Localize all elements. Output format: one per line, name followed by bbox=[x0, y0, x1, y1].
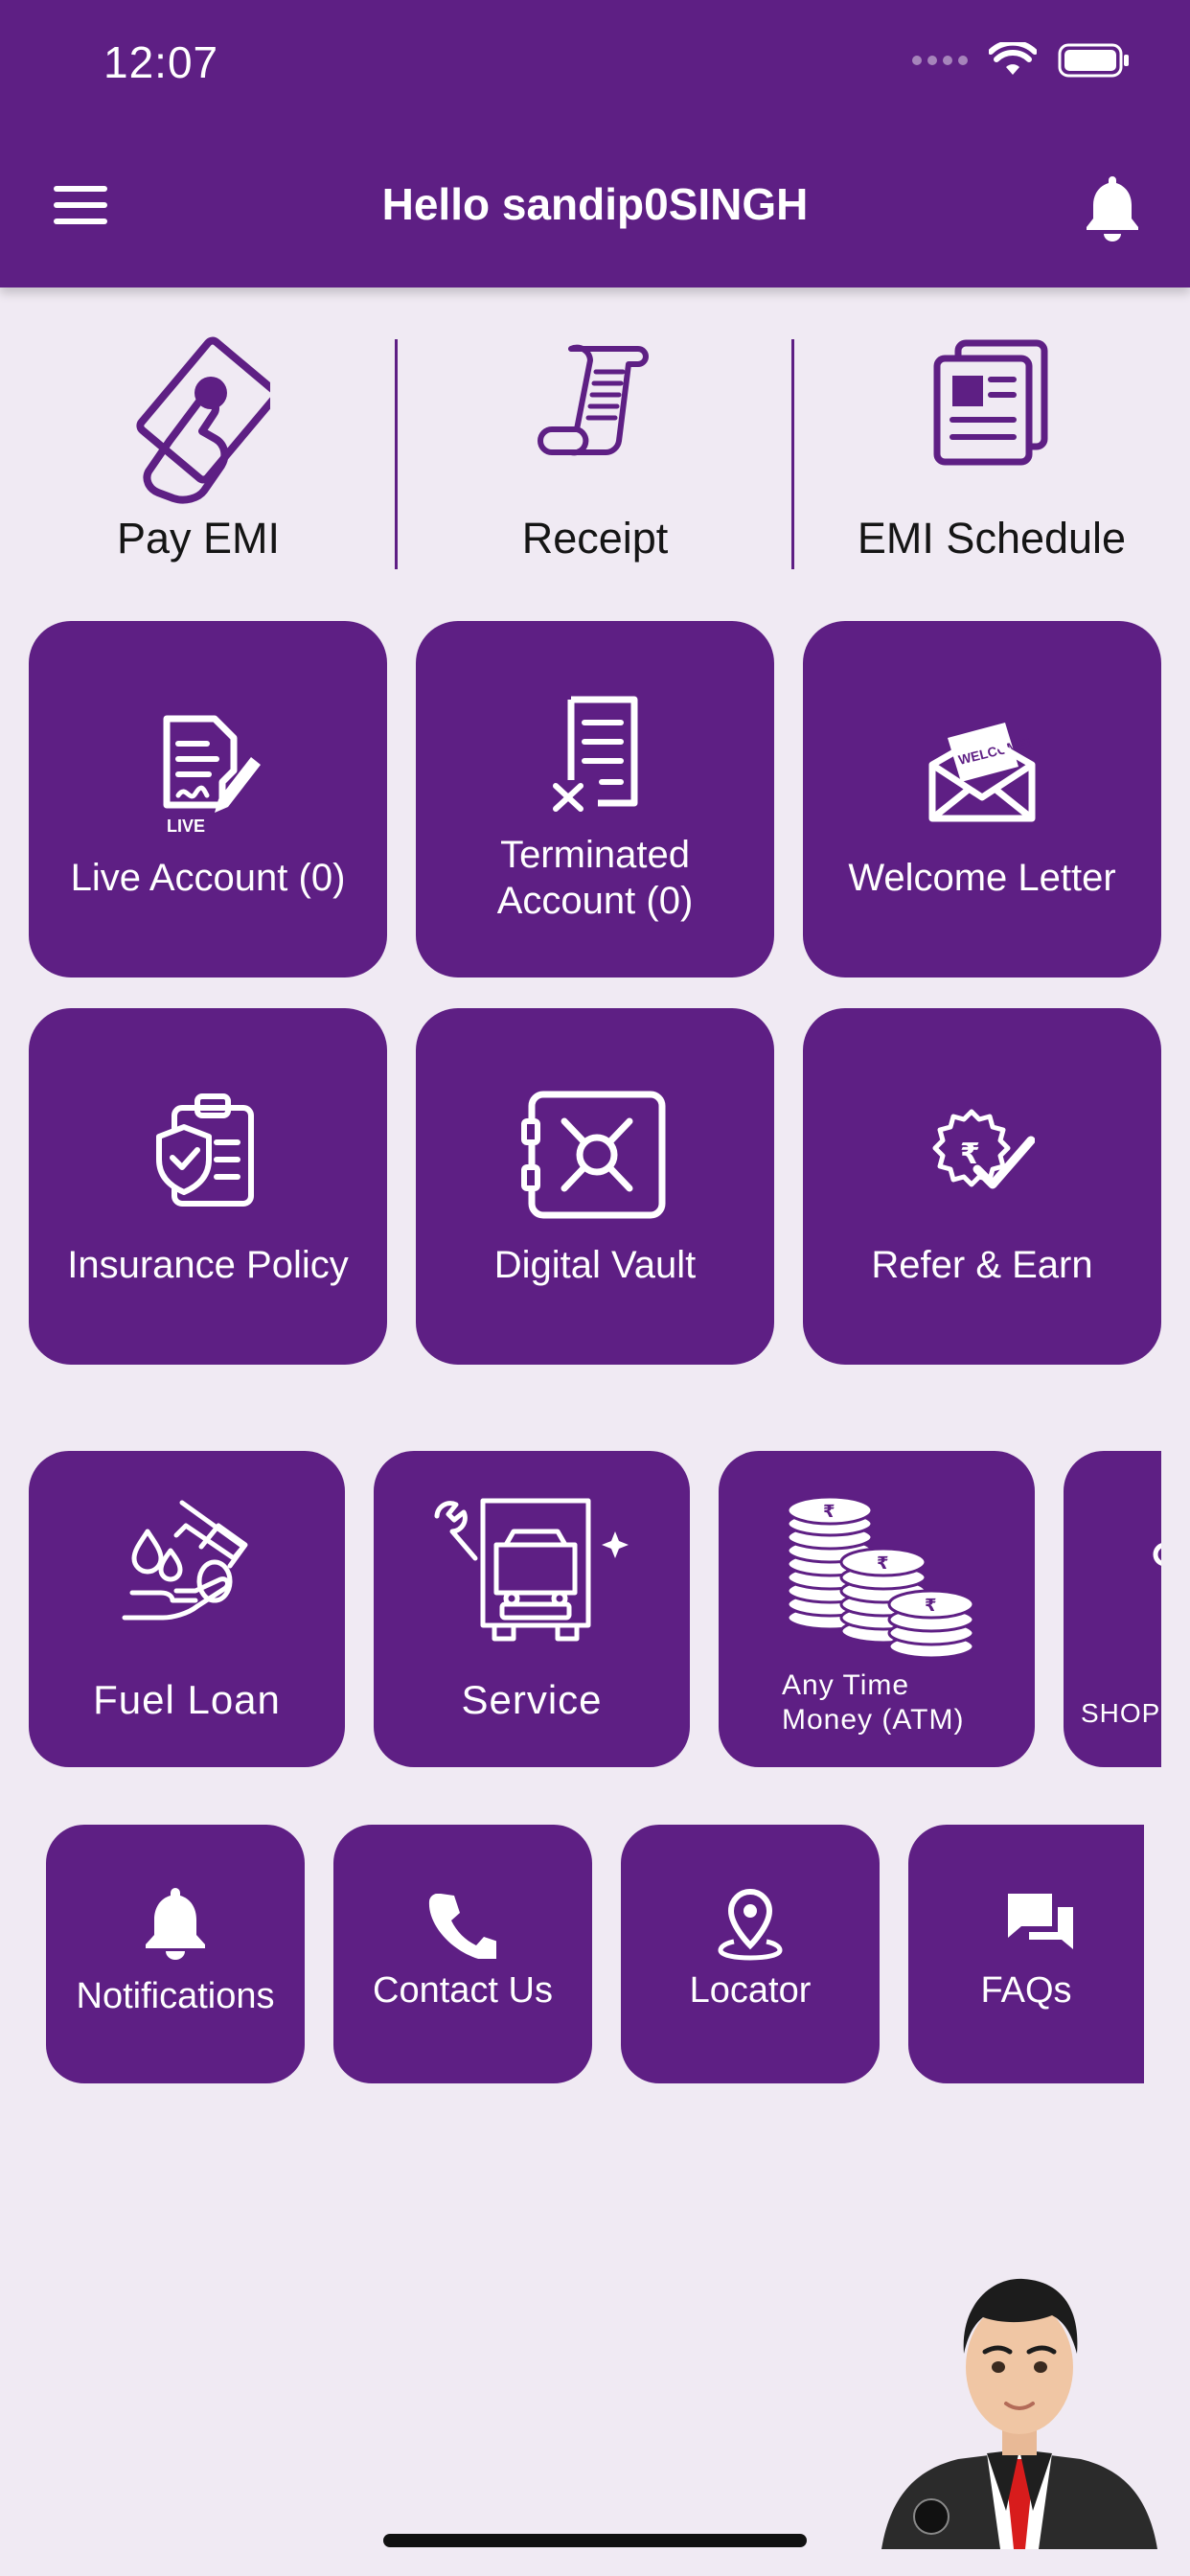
rupee-coins-icon: ₹ ₹ ₹ bbox=[786, 1495, 975, 1660]
fuel-loan-label: Fuel Loan bbox=[93, 1677, 281, 1722]
svg-text:₹: ₹ bbox=[823, 1502, 835, 1522]
chat-bubbles-icon bbox=[1008, 1894, 1073, 1949]
digital-vault-label: Digital Vault bbox=[493, 1244, 697, 1286]
receipt-label: Receipt bbox=[521, 514, 669, 563]
insurance-policy-label: Insurance Policy bbox=[67, 1244, 349, 1286]
welcome-letter-tile[interactable]: WELCOME! Welcome Letter bbox=[803, 621, 1161, 978]
divider bbox=[791, 339, 794, 569]
insurance-clipboard-icon bbox=[156, 1093, 254, 1207]
terminated-account-tile[interactable]: Terminated Account (0) bbox=[416, 621, 774, 978]
virtual-assistant-avatar[interactable] bbox=[862, 2271, 1179, 2549]
rupee-badge-check-icon: ₹ bbox=[932, 1109, 1035, 1189]
welcome-envelope-icon: WELCOME! bbox=[928, 723, 1036, 822]
shop-icon bbox=[1153, 1543, 1161, 1566]
live-icon-text: LIVE bbox=[167, 816, 205, 836]
contact-us-label: Contact Us bbox=[373, 1970, 553, 2011]
truck-wrench-icon bbox=[434, 1498, 629, 1642]
app-header: 12:07 Hello sandip0SINGH bbox=[0, 0, 1190, 288]
receipt-scroll-icon bbox=[538, 344, 649, 456]
status-time: 12:07 bbox=[103, 37, 219, 87]
svg-text:₹: ₹ bbox=[925, 1596, 937, 1616]
terminated-document-icon bbox=[553, 696, 638, 812]
phone-icon bbox=[428, 1894, 496, 1959]
contact-us-shortcut[interactable]: Contact Us bbox=[333, 1825, 592, 2083]
signal-icon bbox=[912, 56, 968, 65]
notification-bell-icon[interactable] bbox=[1083, 171, 1142, 242]
receipt-button[interactable]: Receipt bbox=[397, 335, 793, 575]
atm-label-line1: Any Time bbox=[782, 1669, 910, 1701]
live-contract-icon: LIVE bbox=[163, 715, 261, 836]
location-pin-icon bbox=[718, 1888, 783, 1961]
atm-label-line2: Money (ATM) bbox=[782, 1704, 965, 1736]
emi-schedule-label: EMI Schedule bbox=[857, 514, 1127, 563]
emi-schedule-button[interactable]: EMI Schedule bbox=[793, 335, 1190, 575]
hand-money-icon bbox=[136, 336, 270, 504]
home-indicator bbox=[383, 2534, 807, 2547]
locator-label: Locator bbox=[689, 1970, 812, 2011]
terminated-account-label-line1: Terminated bbox=[500, 834, 690, 876]
atm-tile[interactable]: ₹ ₹ ₹ Any Time Money (ATM) bbox=[719, 1451, 1035, 1767]
svg-text:₹: ₹ bbox=[877, 1553, 889, 1574]
fuel-hand-icon bbox=[122, 1500, 248, 1621]
pay-emi-label: Pay EMI bbox=[116, 514, 281, 563]
refer-earn-tile[interactable]: ₹ Refer & Earn bbox=[803, 1008, 1161, 1365]
insurance-policy-tile[interactable]: Insurance Policy bbox=[29, 1008, 387, 1365]
document-stack-icon bbox=[933, 339, 1048, 466]
digital-vault-tile[interactable]: Digital Vault bbox=[416, 1008, 774, 1365]
pay-emi-button[interactable]: Pay EMI bbox=[0, 335, 397, 575]
notifications-shortcut[interactable]: Notifications bbox=[46, 1825, 305, 2083]
vault-safe-icon bbox=[521, 1091, 666, 1219]
welcome-letter-label: Welcome Letter bbox=[848, 857, 1116, 899]
live-account-tile[interactable]: LIVE Live Account (0) bbox=[29, 621, 387, 978]
faqs-shortcut[interactable]: FAQs bbox=[908, 1825, 1144, 2083]
page-title: Hello sandip0SINGH bbox=[381, 179, 809, 229]
battery-icon bbox=[1058, 43, 1129, 78]
divider bbox=[395, 339, 398, 569]
shop-tile[interactable]: SHOP bbox=[1064, 1451, 1161, 1767]
terminated-account-label-line2: Account (0) bbox=[496, 880, 694, 922]
notifications-label: Notifications bbox=[76, 1976, 275, 2016]
wifi-icon bbox=[989, 42, 1037, 75]
locator-shortcut[interactable]: Locator bbox=[621, 1825, 880, 2083]
service-tile[interactable]: Service bbox=[374, 1451, 690, 1767]
service-label: Service bbox=[461, 1677, 603, 1722]
bell-icon bbox=[146, 1888, 205, 1960]
refer-earn-label: Refer & Earn bbox=[871, 1244, 1093, 1286]
faqs-label: FAQs bbox=[980, 1970, 1072, 2011]
fuel-loan-tile[interactable]: Fuel Loan bbox=[29, 1451, 345, 1767]
shop-label: SHOP bbox=[1081, 1698, 1161, 1728]
status-icons bbox=[912, 42, 1131, 79]
quick-actions-row: Pay EMI Receipt EMI Schedule bbox=[0, 335, 1190, 575]
live-account-label: Live Account (0) bbox=[70, 857, 346, 899]
